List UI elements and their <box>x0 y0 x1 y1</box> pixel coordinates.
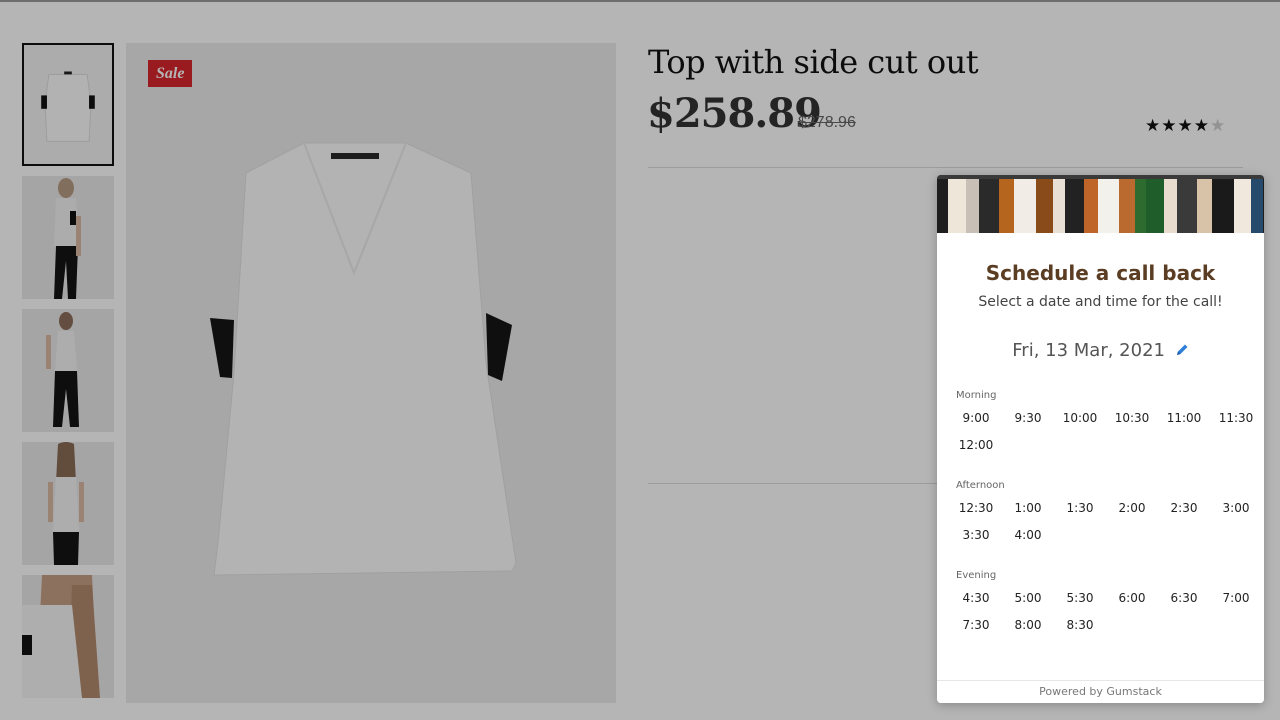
time-slot-button[interactable]: 11:00 <box>1158 405 1210 432</box>
time-slot-button[interactable]: 3:00 <box>1210 495 1262 522</box>
time-slot-button[interactable]: 3:30 <box>950 522 1002 549</box>
time-slot-button[interactable]: 12:30 <box>950 495 1002 522</box>
time-slot-button[interactable]: 4:30 <box>950 585 1002 612</box>
pencil-icon[interactable] <box>1175 341 1189 362</box>
widget-title: Schedule a call back <box>985 261 1216 285</box>
time-slot-button[interactable]: 7:00 <box>1210 585 1262 612</box>
period-label-afternoon: Afternoon <box>956 480 1005 491</box>
widget-subtitle: Select a date and time for the call! <box>978 294 1223 310</box>
time-slot-button[interactable]: 10:00 <box>1054 405 1106 432</box>
period-label-morning: Morning <box>956 390 997 401</box>
time-slot-button[interactable]: 8:00 <box>1002 612 1054 639</box>
time-slot-button[interactable]: 10:30 <box>1106 405 1158 432</box>
time-slot-button[interactable]: 1:30 <box>1054 495 1106 522</box>
callback-widget: Schedule a call back Select a date and t… <box>937 175 1264 703</box>
time-slot-button[interactable]: 6:00 <box>1106 585 1158 612</box>
time-slot-button[interactable]: 11:30 <box>1210 405 1262 432</box>
date-selector[interactable]: Fri, 13 Mar, 2021 <box>937 340 1264 362</box>
time-slot-button[interactable]: 8:30 <box>1054 612 1106 639</box>
period-label-evening: Evening <box>956 570 997 581</box>
time-slot-button[interactable]: 2:00 <box>1106 495 1158 522</box>
time-slot-button[interactable]: 7:30 <box>950 612 1002 639</box>
powered-by-footer[interactable]: Powered by Gumstack <box>937 680 1264 703</box>
time-slot-button[interactable]: 2:30 <box>1158 495 1210 522</box>
time-slot-grid: 9:00 9:30 10:00 10:30 11:00 11:30 12:00 <box>950 405 1262 458</box>
time-slot-button[interactable]: 9:30 <box>1002 405 1054 432</box>
selected-date: Fri, 13 Mar, 2021 <box>1012 340 1165 361</box>
time-slot-grid: 4:30 5:00 5:30 6:00 6:30 7:00 7:30 8:00 8:30 <box>950 585 1262 638</box>
clothing-rack-image <box>937 175 1264 233</box>
time-slot-button[interactable]: 9:00 <box>950 405 1002 432</box>
widget-banner-image <box>937 175 1264 233</box>
time-slot-button[interactable]: 4:00 <box>1002 522 1054 549</box>
time-slot-button[interactable]: 5:30 <box>1054 585 1106 612</box>
time-slot-button[interactable]: 12:00 <box>950 432 1002 459</box>
time-slot-button[interactable]: 1:00 <box>1002 495 1054 522</box>
time-slot-button[interactable]: 5:00 <box>1002 585 1054 612</box>
time-slot-grid: 12:30 1:00 1:30 2:00 2:30 3:00 3:30 4:00 <box>950 495 1262 548</box>
time-slot-button[interactable]: 6:30 <box>1158 585 1210 612</box>
